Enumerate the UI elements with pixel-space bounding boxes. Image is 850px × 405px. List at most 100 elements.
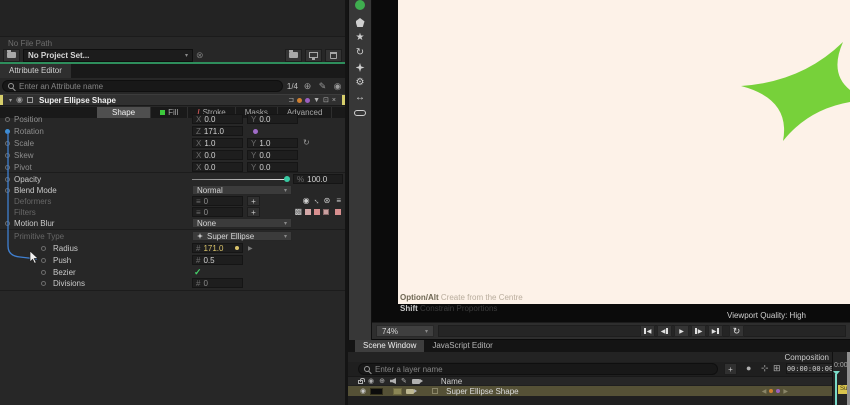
shape-header-row[interactable]: ▾ ◉ Super Ellipse Shape ⊐ ▼ ⊡ × <box>0 94 345 106</box>
skip-to-start-button[interactable]: ◀ <box>640 325 655 337</box>
opacity-slider[interactable] <box>192 179 288 180</box>
pin-icon[interactable]: ▼ <box>313 97 320 104</box>
play-button[interactable]: ▶ <box>674 325 689 337</box>
grid-settings-icon[interactable]: ⊞ <box>773 364 781 373</box>
attribute-search-input[interactable]: Enter an Attribute name <box>2 80 283 92</box>
position-x-field[interactable]: X 0.0 <box>192 114 243 124</box>
attribute-dot-connected[interactable] <box>5 129 10 134</box>
pen-icon[interactable]: ✎ <box>401 377 407 385</box>
layer-row-super-ellipse[interactable]: ◉ Super Ellipse Shape ◀ ▶ <box>348 386 832 396</box>
super-ellipse-tool-button[interactable] <box>349 60 371 75</box>
project-select[interactable]: No Project Set... ▾ <box>23 48 193 62</box>
rotation-z-field[interactable]: Z 171.0 <box>192 126 243 136</box>
radius-field[interactable]: #171.0 <box>192 243 243 253</box>
attribute-dot[interactable] <box>5 177 10 182</box>
add-deformer-button[interactable]: + <box>247 196 260 206</box>
scale-x-field[interactable]: X 1.0 <box>192 138 243 148</box>
eye-icon[interactable]: ◉ <box>303 197 310 205</box>
playhead-line[interactable] <box>835 374 837 405</box>
globe-icon[interactable]: ⊛ <box>324 197 331 205</box>
expand-icon[interactable]: ⊡ <box>323 97 329 104</box>
visibility-eye-icon[interactable]: ◉ <box>16 96 23 104</box>
checkbox-checked-icon[interactable]: ✓ <box>194 267 202 278</box>
purple-keyframe-dot[interactable] <box>776 389 781 393</box>
search-settings-icon[interactable]: ⊕ <box>302 81 313 92</box>
visibility-filter-icon[interactable]: ◉ <box>332 81 343 92</box>
opacity-value-field[interactable]: % 100.0 <box>293 174 343 184</box>
push-field[interactable]: #0.5 <box>192 255 243 265</box>
connections-icon[interactable]: ⊐ <box>288 97 294 104</box>
skip-to-end-button[interactable]: ▶ <box>708 325 723 337</box>
camera-icon[interactable] <box>411 378 423 384</box>
color-swatch-black[interactable] <box>370 387 384 395</box>
eye-icon[interactable]: ◉ <box>368 377 374 385</box>
loop-button[interactable]: ↻ <box>729 325 744 337</box>
tab-attribute-editor[interactable]: Attribute Editor <box>0 64 71 78</box>
orange-keyframe-dot[interactable] <box>297 97 303 103</box>
scale-y-field[interactable]: Y 1.0 <box>247 138 298 148</box>
capsule-tool-button[interactable] <box>349 105 371 120</box>
divisions-field[interactable]: #0 <box>192 278 243 288</box>
transform-arrows-icon[interactable]: ↔ <box>311 195 323 207</box>
attribute-dot[interactable] <box>41 258 46 263</box>
close-icon[interactable]: × <box>332 97 336 104</box>
star-tool-button[interactable]: ★ <box>349 30 371 45</box>
purple-keyframe-dot[interactable] <box>305 97 311 103</box>
tab-javascript-editor[interactable]: JavaScript Editor <box>424 340 500 352</box>
pivot-x-field[interactable]: X 0.0 <box>192 162 243 172</box>
snap-icon[interactable]: ⊹ <box>761 364 769 373</box>
color-swatch-olive[interactable] <box>393 387 403 395</box>
ball-icon[interactable]: ● <box>746 364 751 373</box>
width-tool-button[interactable]: ↔ <box>349 90 371 105</box>
timecode-field[interactable]: 00:00:00:00 <box>786 363 834 374</box>
filter-swatch-icon[interactable] <box>323 209 329 215</box>
layer-checkbox[interactable] <box>432 388 439 394</box>
uniform-scale-link-icon[interactable]: ↻ <box>303 139 310 147</box>
keyframe-next-icon[interactable]: ▶ <box>248 245 253 252</box>
target-icon[interactable]: ⊕ <box>379 377 385 385</box>
primitive-type-dropdown[interactable]: Super Ellipse ▾ <box>192 231 292 241</box>
attribute-dot[interactable] <box>5 188 10 193</box>
filter-swatch-icon[interactable] <box>314 209 320 215</box>
edit-filter-icon[interactable]: ✎ <box>317 81 328 92</box>
eye-icon[interactable]: ◉ <box>360 387 366 395</box>
filter-swatch-icon[interactable] <box>335 209 341 215</box>
skew-y-field[interactable]: Y 0.0 <box>247 150 298 160</box>
arc-tool-button[interactable]: ↻ <box>349 45 371 60</box>
clear-project-icon[interactable]: ⊗ <box>196 50 204 61</box>
active-tool-indicator[interactable] <box>349 0 371 15</box>
tab-scene-window[interactable]: Scene Window <box>355 340 425 352</box>
delete-button[interactable] <box>325 48 342 62</box>
add-filter-button[interactable]: + <box>247 207 260 217</box>
project-folder-button[interactable] <box>3 48 20 62</box>
purple-keyframe-dot[interactable] <box>253 129 258 134</box>
motion-blur-dropdown[interactable]: None ▾ <box>192 218 292 228</box>
open-folder-button[interactable] <box>285 48 302 62</box>
prev-keyframe-icon[interactable]: ◀ <box>762 388 767 395</box>
pivot-y-field[interactable]: Y 0.0 <box>247 162 298 172</box>
orange-keyframe-dot[interactable] <box>769 389 774 393</box>
blend-mode-dropdown[interactable]: Normal ▾ <box>192 185 292 195</box>
step-back-button[interactable]: ◀ <box>657 325 672 337</box>
super-ellipse-shape[interactable] <box>398 0 850 304</box>
attribute-dot[interactable] <box>5 221 10 226</box>
camera-icon[interactable] <box>406 388 418 394</box>
step-forward-button[interactable]: ▶ <box>691 325 706 337</box>
cog-tool-button[interactable]: ⚙ <box>349 75 371 90</box>
render-monitor-button[interactable] <box>305 48 322 62</box>
attribute-dot[interactable] <box>5 117 10 122</box>
filters-count-field[interactable]: ≡ 0 <box>192 207 243 217</box>
deformers-count-field[interactable]: ≡ 0 <box>192 196 243 206</box>
next-keyframe-icon[interactable]: ▶ <box>783 388 788 395</box>
checker-icon[interactable]: ▩ <box>294 208 302 216</box>
list-icon[interactable]: ≡ <box>336 197 341 205</box>
speaker-icon[interactable] <box>389 378 396 384</box>
filter-swatch-icon[interactable] <box>305 209 311 215</box>
canvas[interactable] <box>398 0 850 304</box>
lock-icon[interactable] <box>358 378 365 384</box>
attribute-dot[interactable] <box>41 281 46 286</box>
add-layer-button[interactable]: + <box>724 363 737 375</box>
attribute-dot[interactable] <box>41 246 46 251</box>
opacity-slider-knob[interactable] <box>284 176 290 182</box>
attribute-dot[interactable] <box>5 153 10 158</box>
